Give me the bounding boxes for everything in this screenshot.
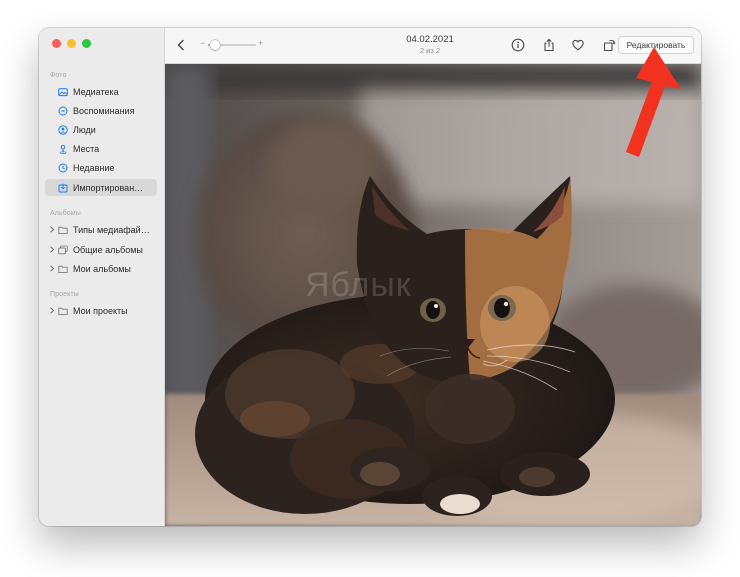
section-header-projects: Проекты (50, 291, 79, 298)
recents-icon (58, 163, 68, 173)
sidebar-item-label: Медиатека (73, 86, 119, 97)
section-header-albums: Альбомы (50, 210, 81, 217)
folder-icon (58, 306, 68, 316)
back-button[interactable] (174, 38, 188, 52)
sidebar-item-memories[interactable]: Воспоминания (45, 102, 157, 119)
zoom-window-button[interactable] (82, 39, 91, 48)
import-icon (58, 183, 68, 193)
places-icon (58, 144, 68, 154)
sidebar-item-library[interactable]: Медиатека (45, 83, 157, 100)
chevron-right-icon[interactable] (49, 226, 56, 233)
sidebar-item-label: Мои альбомы (73, 263, 131, 274)
sidebar-item-label: Воспоминания (73, 105, 135, 116)
sidebar-item-my-projects[interactable]: Мои проекты (45, 302, 157, 319)
sidebar-item-label: Места (73, 143, 100, 154)
photos-app-window: Фото Медиатека Воспоминания Люди Места Н… (39, 28, 701, 526)
sidebar-item-label: Общие альбомы (73, 244, 143, 255)
heart-icon (572, 39, 584, 51)
sidebar-item-imports[interactable]: Импортирован… (45, 179, 157, 196)
photo-count: 2 из 2 (419, 46, 441, 55)
chevron-right-icon[interactable] (49, 307, 56, 314)
sidebar-item-label: Люди (73, 124, 96, 135)
section-header-photos: Фото (50, 72, 67, 79)
rotate-icon (603, 40, 616, 52)
folder-icon (58, 264, 68, 274)
sidebar-item-label: Типы медиафай… (73, 224, 150, 235)
sidebar-item-label: Мои проекты (73, 305, 128, 316)
zoom-out-label: − (200, 38, 206, 48)
photo-library-icon (58, 87, 68, 97)
favorite-button[interactable] (570, 37, 586, 53)
sidebar-item-media-types[interactable]: Типы медиафай… (45, 221, 157, 238)
share-button[interactable] (541, 37, 557, 53)
info-icon (511, 38, 525, 52)
zoom-slider[interactable]: − + (200, 38, 266, 51)
window-controls (52, 39, 91, 48)
annotation-arrow (626, 47, 681, 157)
chevron-right-icon[interactable] (49, 265, 56, 272)
share-icon (544, 38, 554, 52)
chevron-right-icon[interactable] (49, 246, 56, 253)
sidebar-item-shared-albums[interactable]: Общие альбомы (45, 241, 157, 258)
memories-icon (58, 106, 68, 116)
zoom-in-label: + (258, 38, 264, 48)
sidebar: Фото Медиатека Воспоминания Люди Места Н… (39, 28, 165, 526)
close-window-button[interactable] (52, 39, 61, 48)
sidebar-item-places[interactable]: Места (45, 140, 157, 157)
info-button[interactable] (510, 37, 526, 53)
screenshot-stage: Фото Медиатека Воспоминания Люди Места Н… (0, 0, 740, 577)
sidebar-item-recents[interactable]: Недавние (45, 159, 157, 176)
zoom-knob[interactable] (210, 40, 221, 50)
sidebar-item-label: Недавние (73, 162, 115, 173)
people-icon (58, 124, 68, 135)
sidebar-item-label: Импортирован… (73, 182, 144, 193)
folder-icon (58, 225, 68, 235)
photo-date: 04.02.2021 (406, 34, 454, 45)
minimize-window-button[interactable] (67, 39, 76, 48)
shared-albums-icon (58, 245, 68, 255)
sidebar-item-people[interactable]: Люди (45, 121, 157, 138)
sidebar-item-my-albums[interactable]: Мои альбомы (45, 260, 157, 277)
chevron-left-icon (177, 39, 184, 51)
watermark: Яблык (305, 266, 412, 304)
